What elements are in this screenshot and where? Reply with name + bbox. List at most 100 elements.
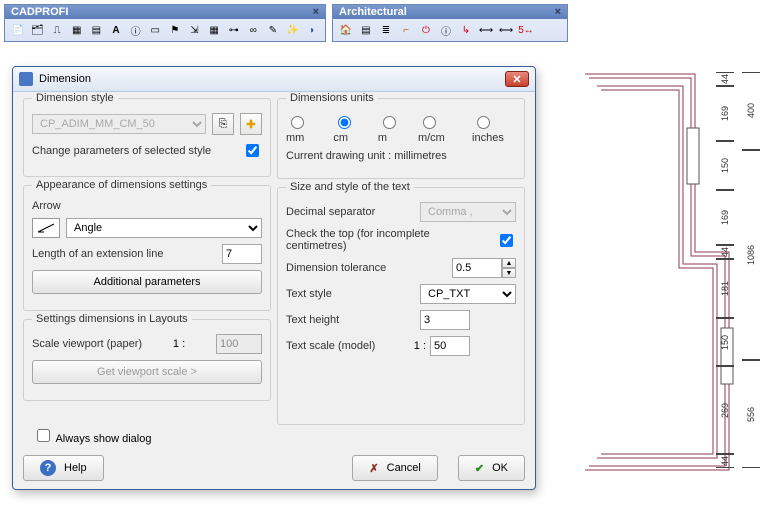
dim-value: 556 <box>746 407 756 422</box>
dialog-icon <box>19 72 33 86</box>
plug-icon[interactable]: ⏻ <box>418 22 434 38</box>
info-icon[interactable]: ⓘ <box>128 22 144 38</box>
infinity-icon[interactable]: ∞ <box>246 22 262 38</box>
cancel-icon: ✗ <box>369 462 378 475</box>
get-viewport-scale-button: Get viewport scale > <box>32 360 262 384</box>
cadprofi-toolbar-title: CADPROFI × <box>5 5 325 19</box>
dim-segment: 169 <box>716 190 734 245</box>
dim-segment: 269 <box>716 366 734 453</box>
wall-icon[interactable]: 🏠 <box>338 22 354 38</box>
group-legend: Dimensions units <box>286 92 378 104</box>
check-top-checkbox[interactable] <box>500 234 513 247</box>
group-legend: Appearance of dimensions settings <box>32 179 211 191</box>
unit-in[interactable]: inches <box>472 113 516 144</box>
dimension-columns: 441691501694418115026944 4001086556 <box>716 72 760 472</box>
spread-icon[interactable]: ⇲ <box>187 22 203 38</box>
pick-style-button[interactable]: ⎘ <box>212 113 234 135</box>
app-icon[interactable]: ◗ <box>304 22 320 38</box>
spin-up-icon[interactable]: ▲ <box>502 258 516 268</box>
grid-icon[interactable]: ▦ <box>69 22 85 38</box>
add-style-button[interactable]: ✚ <box>240 113 262 135</box>
dim5-icon[interactable]: 5↔ <box>518 22 534 38</box>
always-show-checkbox[interactable] <box>37 429 50 442</box>
info2-icon[interactable]: ⓘ <box>438 22 454 38</box>
hatch-icon[interactable]: ▤ <box>89 22 105 38</box>
flag-icon[interactable]: ⚑ <box>167 22 183 38</box>
text-scale-input[interactable] <box>430 336 470 356</box>
dim-segment: 181 <box>716 259 734 318</box>
change-params-label: Change parameters of selected style <box>32 145 211 157</box>
unit-m[interactable]: m <box>378 113 404 144</box>
bracket-icon[interactable]: ↳ <box>458 22 474 38</box>
cadprofi-toolbar: CADPROFI × 📄 🗂 ⎍ ▦ ▤ A ⓘ ▭ ⚑ ⇲ ▦ ⊶ ∞ ✎ ✨… <box>4 4 326 42</box>
cadprofi-icon-row: 📄 🗂 ⎍ ▦ ▤ A ⓘ ▭ ⚑ ⇲ ▦ ⊶ ∞ ✎ ✨ ◗ <box>5 19 325 41</box>
dim-value: 44 <box>720 74 730 84</box>
pencil-icon[interactable]: ✎ <box>265 22 281 38</box>
dim-segment: 150 <box>716 318 734 367</box>
text-style-label: Text style <box>286 288 332 300</box>
group-legend: Settings dimensions in Layouts <box>32 313 192 325</box>
dialog-titlebar[interactable]: Dimension ✕ <box>13 67 535 92</box>
arrow-select[interactable]: Angle <box>66 218 262 238</box>
current-unit-label: Current drawing unit : millimetres <box>286 150 447 162</box>
layers-icon[interactable]: 🗂 <box>30 22 46 38</box>
dim-segment: 400 <box>742 72 760 150</box>
dim-value: 44 <box>720 247 730 257</box>
dim-stack-inner: 441691501694418115026944 <box>716 72 734 472</box>
architectural-icon-row: 🏠 ▤ ≣ ⌐ ⏻ ⓘ ↳ ⟷ ⟷ 5↔ <box>333 19 567 41</box>
scale-vp-label: Scale viewport (paper) <box>32 338 142 350</box>
title-text: CADPROFI <box>11 6 68 18</box>
units-group: Dimensions units mm cm m m/cm inches Cur… <box>277 98 525 179</box>
dim-segment: 44 <box>716 72 734 86</box>
always-show-label[interactable]: Always show dialog <box>33 433 151 445</box>
text-height-input[interactable] <box>420 310 470 330</box>
furn-icon[interactable]: ⌐ <box>398 22 414 38</box>
ext-line-input[interactable] <box>222 244 262 264</box>
text-scale-label: Text scale (model) <box>286 340 375 352</box>
additional-params-button[interactable]: Additional parameters <box>32 270 262 294</box>
dim-segment: 169 <box>716 86 734 141</box>
dimension-style-group: Dimension style CP_ADIM_MM_CM_50 ⎘ ✚ Cha… <box>23 98 271 177</box>
dim-value: 44 <box>720 456 730 466</box>
link-icon[interactable]: ⊶ <box>226 22 242 38</box>
help-button[interactable]: ?Help <box>23 455 104 481</box>
close-button[interactable]: ✕ <box>505 71 529 87</box>
always-show-row: Always show dialog <box>33 426 151 445</box>
dim-segment: 150 <box>716 141 734 190</box>
text-icon[interactable]: A <box>108 22 124 38</box>
group-legend: Size and style of the text <box>286 181 414 193</box>
spin-down-icon[interactable]: ▼ <box>502 268 516 278</box>
wand-icon[interactable]: ✨ <box>285 22 301 38</box>
dim-value: 181 <box>720 281 730 296</box>
title-text: Architectural <box>339 6 407 18</box>
close-icon[interactable]: × <box>313 6 319 18</box>
change-params-checkbox[interactable] <box>246 144 259 157</box>
pipe-icon[interactable]: ⎍ <box>49 22 65 38</box>
unit-mm[interactable]: mm <box>286 113 319 144</box>
dim-segment: 556 <box>742 360 760 468</box>
close-icon[interactable]: × <box>555 6 561 18</box>
cancel-button[interactable]: ✗Cancel <box>352 455 437 481</box>
dialog-title-text: Dimension <box>39 73 91 85</box>
layouts-group: Settings dimensions in Layouts Scale vie… <box>23 319 271 401</box>
ok-button[interactable]: ✔OK <box>458 455 525 481</box>
dim2-icon[interactable]: ⟷ <box>498 22 514 38</box>
doc-icon[interactable]: 📄 <box>10 22 26 38</box>
dim-value: 150 <box>720 158 730 173</box>
tolerance-input[interactable] <box>452 258 502 278</box>
dim-segment: 44 <box>716 245 734 259</box>
rect-icon[interactable]: ▭ <box>147 22 163 38</box>
check-top-label: Check the top (for incomplete centimetre… <box>286 228 490 252</box>
table-icon[interactable]: ▦ <box>206 22 222 38</box>
tolerance-spinner[interactable]: ▲▼ <box>452 258 516 278</box>
scale-vp-input <box>216 334 262 354</box>
help-icon: ? <box>40 460 56 476</box>
dim1-icon[interactable]: ⟷ <box>478 22 494 38</box>
stairs-icon[interactable]: ▤ <box>358 22 374 38</box>
roof-icon[interactable]: ≣ <box>378 22 394 38</box>
text-style-select[interactable]: CP_TXT <box>420 284 516 304</box>
dim-value: 400 <box>746 103 756 118</box>
dim-segment: 1086 <box>742 150 760 361</box>
unit-cm[interactable]: cm <box>333 113 363 144</box>
unit-mcm[interactable]: m/cm <box>418 113 458 144</box>
